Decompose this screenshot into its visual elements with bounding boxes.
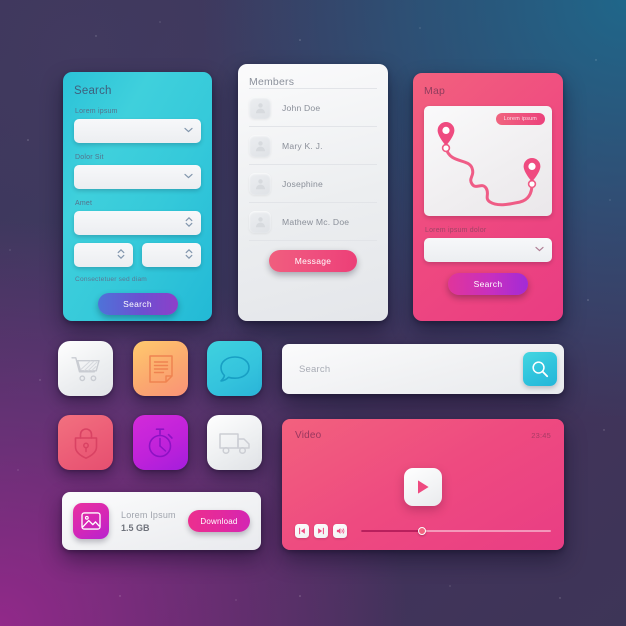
avatar-icon bbox=[249, 134, 271, 157]
download-size: 1.5 GB bbox=[121, 522, 150, 533]
truck-icon bbox=[218, 432, 250, 454]
video-card: Video 23:45 bbox=[282, 419, 564, 550]
map-pin-start bbox=[437, 122, 455, 146]
tile-shopping-cart[interactable] bbox=[58, 341, 113, 396]
search-select-dolor-sit[interactable] bbox=[74, 165, 201, 189]
map-card-title: Map bbox=[424, 85, 446, 97]
member-row[interactable]: John Doe bbox=[249, 88, 377, 126]
chat-bubble-icon bbox=[219, 355, 250, 382]
field-label-amet: Amet bbox=[75, 200, 93, 207]
avatar-icon bbox=[249, 210, 271, 233]
search-stepper-left[interactable] bbox=[74, 243, 133, 267]
search-stepper-row bbox=[74, 243, 201, 267]
poster-background: Search Lorem ipsum Dolor Sit Amet Consec… bbox=[0, 0, 626, 626]
tile-security[interactable] bbox=[58, 415, 113, 470]
map-location-select[interactable] bbox=[424, 238, 552, 262]
stopwatch-icon bbox=[148, 427, 173, 457]
member-name: Josephine bbox=[282, 178, 323, 189]
avatar-icon bbox=[249, 96, 271, 119]
download-button[interactable]: Download bbox=[188, 510, 250, 532]
video-timestamp: 23:45 bbox=[531, 431, 551, 440]
member-name: John Doe bbox=[282, 102, 321, 113]
video-header: Video 23:45 bbox=[295, 430, 551, 441]
search-card-title: Search bbox=[74, 85, 112, 97]
chevron-down-icon bbox=[184, 173, 193, 181]
field-label-dolor-sit: Dolor Sit bbox=[75, 154, 104, 161]
map-pin-end bbox=[523, 158, 541, 182]
map-view[interactable]: Lorem ipsum bbox=[424, 106, 552, 216]
next-button[interactable] bbox=[314, 524, 328, 538]
field-label-lorem-ipsum: Lorem ipsum bbox=[75, 108, 118, 115]
member-name: Mary K. J. bbox=[282, 140, 323, 151]
member-name: Mathew Mc. Doe bbox=[282, 216, 350, 227]
map-badge[interactable]: Lorem ipsum bbox=[495, 113, 545, 125]
search-card-hint: Consectetuer sed diam bbox=[75, 276, 148, 283]
skip-back-icon bbox=[299, 527, 305, 535]
search-card: Search Lorem ipsum Dolor Sit Amet Consec… bbox=[63, 72, 212, 321]
tile-chat[interactable] bbox=[207, 341, 262, 396]
document-icon bbox=[148, 354, 173, 383]
video-title: Video bbox=[295, 430, 322, 441]
tile-document[interactable] bbox=[133, 341, 188, 396]
volume-icon bbox=[336, 528, 344, 534]
download-title: Lorem Ipsum bbox=[121, 509, 176, 520]
map-field-label: Lorem ipsum dolor bbox=[425, 227, 487, 234]
avatar-icon bbox=[249, 172, 271, 195]
members-card: Members John Doe Mary K. J. Josephine Ma… bbox=[238, 64, 388, 321]
cart-icon bbox=[70, 356, 100, 381]
video-controls bbox=[295, 524, 551, 538]
volume-button[interactable] bbox=[333, 524, 347, 538]
video-progress-knob[interactable] bbox=[417, 527, 426, 535]
chevron-down-icon bbox=[184, 127, 193, 135]
search-bar-button[interactable] bbox=[523, 352, 557, 386]
stepper-icon bbox=[117, 248, 125, 262]
chevron-down-icon bbox=[535, 246, 544, 254]
image-icon bbox=[73, 503, 109, 539]
map-card: Map Lorem ipsum Lorem ipsum dolor Search bbox=[413, 73, 563, 321]
skip-forward-icon bbox=[318, 527, 324, 535]
video-progress-fill bbox=[361, 530, 422, 532]
download-card: Lorem Ipsum 1.5 GB Download bbox=[62, 492, 261, 550]
stepper-icon bbox=[185, 248, 193, 262]
play-button[interactable] bbox=[404, 468, 442, 507]
member-row[interactable]: Josephine bbox=[249, 164, 377, 202]
video-progress-track[interactable] bbox=[361, 527, 551, 535]
tile-timer[interactable] bbox=[133, 415, 188, 470]
member-row[interactable]: Mathew Mc. Doe bbox=[249, 202, 377, 240]
download-meta: Lorem Ipsum 1.5 GB bbox=[121, 510, 188, 533]
members-list-divider bbox=[249, 240, 377, 241]
search-select-lorem-ipsum[interactable] bbox=[74, 119, 201, 143]
search-bar-input[interactable]: Search bbox=[299, 364, 523, 375]
message-button[interactable]: Message bbox=[269, 250, 357, 272]
members-card-title: Members bbox=[249, 76, 295, 88]
shield-lock-icon bbox=[74, 427, 97, 459]
stepper-icon bbox=[185, 216, 193, 230]
previous-button[interactable] bbox=[295, 524, 309, 538]
tile-shipping[interactable] bbox=[207, 415, 262, 470]
search-icon bbox=[532, 361, 549, 378]
play-icon bbox=[418, 480, 429, 494]
search-stepper-right[interactable] bbox=[142, 243, 201, 267]
search-submit-button[interactable]: Search bbox=[97, 293, 178, 315]
search-bar[interactable]: Search bbox=[282, 344, 564, 394]
member-row[interactable]: Mary K. J. bbox=[249, 126, 377, 164]
search-stepper-amet[interactable] bbox=[74, 211, 201, 235]
map-search-button[interactable]: Search bbox=[448, 273, 528, 295]
